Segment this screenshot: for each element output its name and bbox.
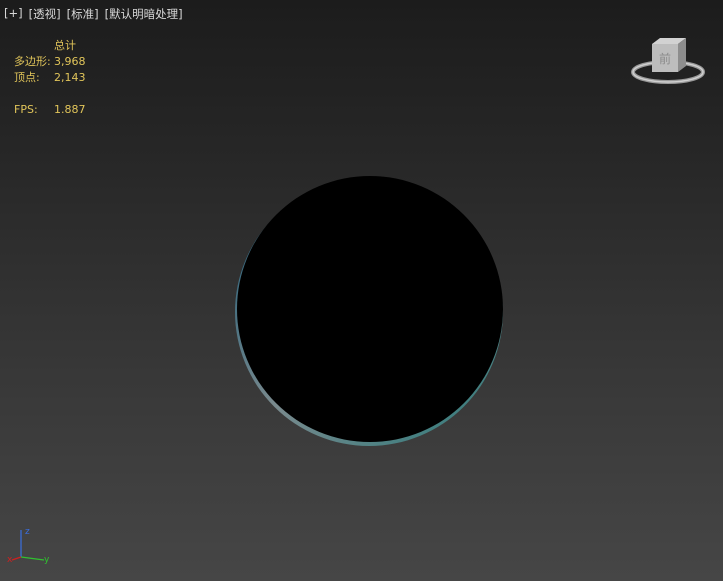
viewport-plus-menu[interactable]: [+] [4,6,23,22]
sphere-graphic [235,176,503,446]
axis-y-label: y [44,555,50,565]
axis-z-label: z [25,527,30,537]
perspective-viewport[interactable]: [+] [透视] [标准] [默认明暗处理] 总计 多边形: 3,968 顶点: 2… [0,0,723,581]
viewport-label-menu: [+] [透视] [标准] [默认明暗处理] [4,6,183,22]
axis-tripod: z y x [6,522,54,566]
axis-tripod-icon: z y x [7,527,50,565]
axis-x-label: x [7,555,13,565]
polygons-label: 多边形: [14,55,51,68]
sphere-object[interactable] [234,176,504,446]
viewport-shading-menu[interactable]: [标准] [67,6,99,22]
vertices-value: 2,143 [54,71,86,84]
viewcube[interactable]: 前 [630,34,706,86]
fps-label: FPS: [14,103,38,116]
fps-value: 1.887 [54,103,86,116]
vertices-label: 顶点: [14,71,40,84]
viewport-view-menu[interactable]: [透视] [29,6,61,22]
viewcube-face-label: 前 [659,51,671,66]
viewcube-icon: 前 [631,38,705,84]
polygons-value: 3,968 [54,55,86,68]
viewport-lighting-menu[interactable]: [默认明暗处理] [105,6,183,22]
sphere-body [237,176,503,442]
stats-header: 总计 [54,39,76,52]
statistics-overlay: 总计 多边形: 3,968 顶点: 2,143 FPS: 1.887 [14,38,86,118]
